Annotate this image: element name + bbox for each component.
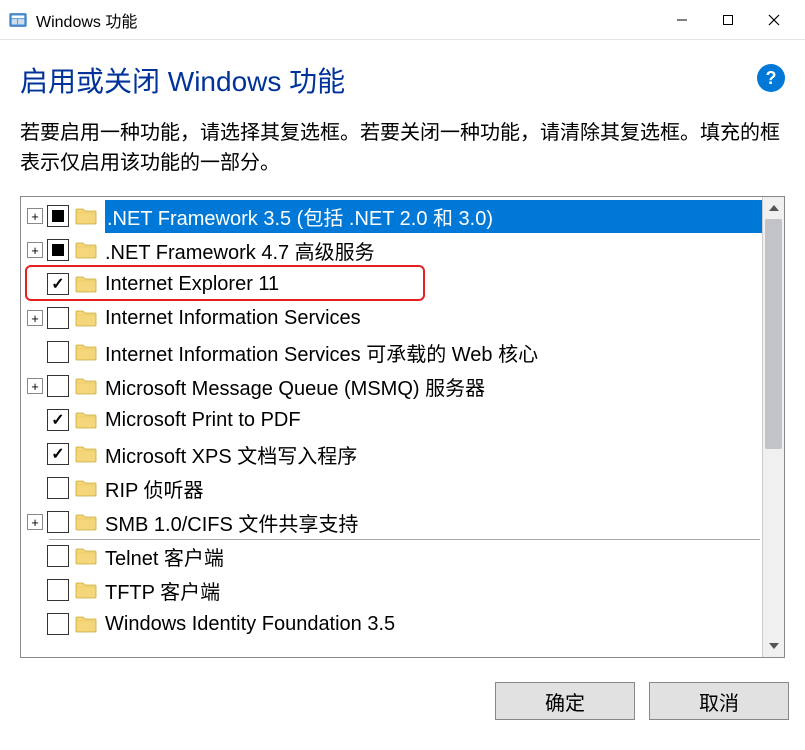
- tree-item[interactable]: Windows Identity Foundation 3.5: [21, 607, 762, 641]
- tree-item[interactable]: TFTP 客户端: [21, 573, 762, 607]
- folder-icon: [75, 513, 97, 531]
- tree-list[interactable]: +.NET Framework 3.5 (包括 .NET 2.0 和 3.0)+…: [21, 197, 762, 657]
- tree-item[interactable]: + SMB 1.0/CIFS 文件共享支持: [21, 505, 762, 539]
- expand-icon[interactable]: +: [27, 242, 43, 258]
- feature-label: Telnet 客户端: [105, 542, 762, 571]
- folder-icon: [75, 445, 97, 463]
- tree-item[interactable]: + Microsoft Message Queue (MSMQ) 服务器: [21, 369, 762, 403]
- button-bar: 确定 取消: [0, 668, 805, 734]
- content-area: 启用或关闭 Windows 功能 ? 若要启用一种功能，请选择其复选框。若要关闭…: [0, 40, 805, 668]
- scroll-thumb[interactable]: [765, 219, 782, 449]
- window-controls: [659, 4, 797, 36]
- folder-icon: [75, 343, 97, 361]
- ok-button[interactable]: 确定: [495, 682, 635, 720]
- tree-item[interactable]: Microsoft XPS 文档写入程序: [21, 437, 762, 471]
- feature-label: .NET Framework 4.7 高级服务: [105, 236, 762, 265]
- scrollbar[interactable]: [762, 197, 784, 657]
- tree-item[interactable]: Internet Explorer 11: [21, 267, 762, 301]
- feature-label: Microsoft Print to PDF: [105, 409, 762, 432]
- folder-icon: [75, 411, 97, 429]
- tree-item[interactable]: Telnet 客户端: [21, 539, 762, 573]
- maximize-button[interactable]: [705, 4, 751, 36]
- scroll-up-icon[interactable]: [763, 197, 784, 219]
- tree-item[interactable]: + Internet Information Services: [21, 301, 762, 335]
- feature-label: Internet Explorer 11: [105, 273, 762, 296]
- folder-icon: [75, 377, 97, 395]
- expand-icon[interactable]: +: [27, 514, 43, 530]
- feature-checkbox[interactable]: [47, 239, 69, 261]
- titlebar[interactable]: Windows 功能: [0, 0, 805, 40]
- feature-label: RIP 侦听器: [105, 474, 762, 503]
- feature-checkbox[interactable]: [47, 307, 69, 329]
- tree-item[interactable]: + .NET Framework 4.7 高级服务: [21, 233, 762, 267]
- tree-item[interactable]: Internet Information Services 可承载的 Web 核…: [21, 335, 762, 369]
- feature-checkbox[interactable]: [47, 205, 69, 227]
- help-icon[interactable]: ?: [757, 64, 785, 92]
- feature-label: SMB 1.0/CIFS 文件共享支持: [105, 508, 762, 537]
- window-title: Windows 功能: [36, 8, 659, 32]
- folder-icon: [75, 479, 97, 497]
- folder-icon: [75, 207, 97, 225]
- feature-label: TFTP 客户端: [105, 576, 762, 605]
- feature-checkbox[interactable]: [47, 613, 69, 635]
- minimize-button[interactable]: [659, 4, 705, 36]
- folder-icon: [75, 615, 97, 633]
- divider: [49, 539, 760, 540]
- feature-checkbox[interactable]: [47, 511, 69, 533]
- folder-icon: [75, 581, 97, 599]
- folder-icon: [75, 547, 97, 565]
- feature-label: Microsoft Message Queue (MSMQ) 服务器: [105, 372, 762, 401]
- feature-checkbox[interactable]: [47, 443, 69, 465]
- feature-label: Windows Identity Foundation 3.5: [105, 613, 762, 636]
- feature-label: .NET Framework 3.5 (包括 .NET 2.0 和 3.0): [105, 200, 762, 233]
- scroll-down-icon[interactable]: [763, 635, 784, 657]
- tree-item[interactable]: + .NET Framework 3.5 (包括 .NET 2.0 和 3.0): [21, 199, 762, 233]
- feature-checkbox[interactable]: [47, 477, 69, 499]
- feature-label: Internet Information Services 可承载的 Web 核…: [105, 338, 762, 367]
- feature-label: Microsoft XPS 文档写入程序: [105, 440, 762, 469]
- feature-checkbox[interactable]: [47, 545, 69, 567]
- scroll-track[interactable]: [763, 219, 784, 635]
- close-button[interactable]: [751, 4, 797, 36]
- page-heading: 启用或关闭 Windows 功能: [20, 60, 345, 100]
- feature-checkbox[interactable]: [47, 273, 69, 295]
- feature-checkbox[interactable]: [47, 579, 69, 601]
- expand-icon[interactable]: +: [27, 310, 43, 326]
- feature-label: Internet Information Services: [105, 307, 762, 330]
- feature-checkbox[interactable]: [47, 375, 69, 397]
- folder-icon: [75, 309, 97, 327]
- expand-icon[interactable]: +: [27, 378, 43, 394]
- expand-icon[interactable]: +: [27, 208, 43, 224]
- tree-item[interactable]: RIP 侦听器: [21, 471, 762, 505]
- features-tree: +.NET Framework 3.5 (包括 .NET 2.0 和 3.0)+…: [20, 196, 785, 658]
- folder-icon: [75, 275, 97, 293]
- description-text: 若要启用一种功能，请选择其复选框。若要关闭一种功能，请清除其复选框。填充的框表示…: [20, 118, 785, 178]
- cancel-button[interactable]: 取消: [649, 682, 789, 720]
- feature-checkbox[interactable]: [47, 409, 69, 431]
- feature-checkbox[interactable]: [47, 341, 69, 363]
- folder-icon: [75, 241, 97, 259]
- tree-item[interactable]: Microsoft Print to PDF: [21, 403, 762, 437]
- app-icon: [8, 10, 28, 30]
